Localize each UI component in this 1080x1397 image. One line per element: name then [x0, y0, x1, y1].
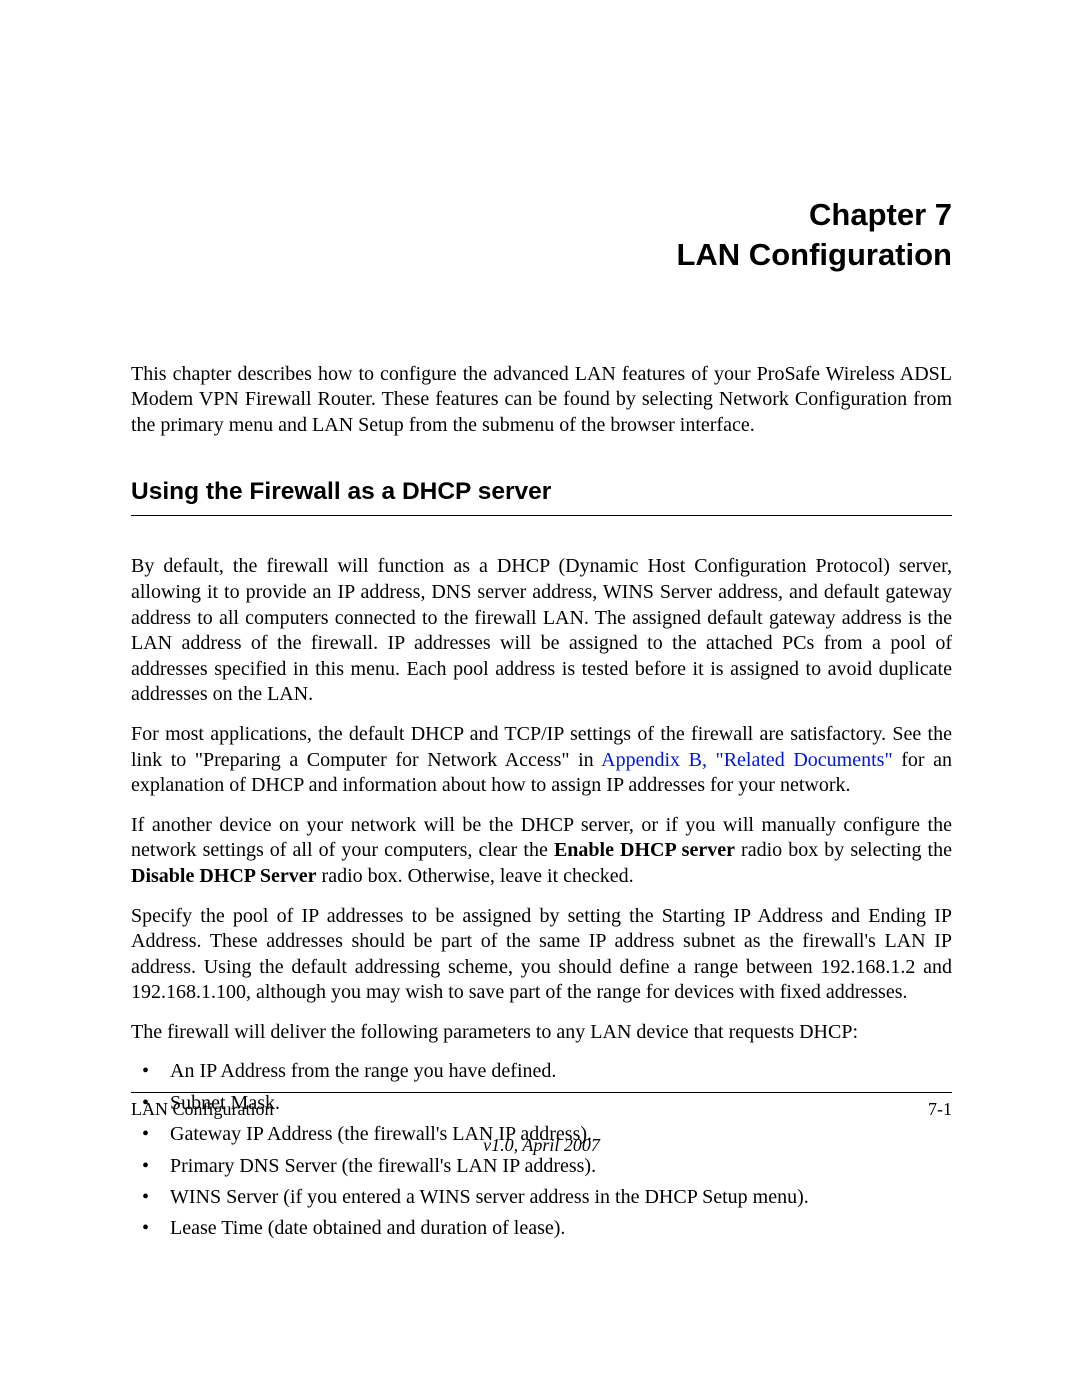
chapter-title: Chapter 7 LAN Configuration — [131, 195, 952, 276]
list-item: WINS Server (if you entered a WINS serve… — [131, 1185, 952, 1210]
paragraph-4: Specify the pool of IP addresses to be a… — [131, 904, 952, 1006]
footer-rule — [131, 1092, 952, 1093]
chapter-number: Chapter 7 — [131, 195, 952, 235]
page: Chapter 7 LAN Configuration This chapter… — [0, 0, 1080, 1397]
chapter-name: LAN Configuration — [131, 235, 952, 275]
paragraph-2: For most applications, the default DHCP … — [131, 722, 952, 799]
list-item: Lease Time (date obtained and duration o… — [131, 1216, 952, 1241]
section-heading: Using the Firewall as a DHCP server — [131, 478, 952, 516]
paragraph-1: By default, the firewall will function a… — [131, 554, 952, 708]
paragraph-5: The firewall will deliver the following … — [131, 1020, 952, 1046]
paragraph-3: If another device on your network will b… — [131, 813, 952, 890]
p3-t2: radio box by selecting the — [735, 839, 952, 861]
footer-row: LAN Configuration 7-1 — [131, 1099, 952, 1121]
page-footer: LAN Configuration 7-1 v1.0, April 2007 — [131, 1092, 952, 1156]
list-item: Primary DNS Server (the firewall's LAN I… — [131, 1154, 952, 1179]
list-item: An IP Address from the range you have de… — [131, 1059, 952, 1084]
footer-version: v1.0, April 2007 — [131, 1135, 952, 1156]
p3-t3: radio box. Otherwise, leave it checked. — [317, 865, 634, 887]
intro-paragraph: This chapter describes how to configure … — [131, 362, 952, 439]
appendix-b-link[interactable]: Appendix B, "Related Documents" — [601, 749, 892, 771]
disable-dhcp-label: Disable DHCP Server — [131, 865, 317, 887]
footer-section-name: LAN Configuration — [131, 1099, 273, 1121]
page-number: 7-1 — [928, 1099, 952, 1121]
enable-dhcp-label: Enable DHCP server — [554, 839, 735, 861]
